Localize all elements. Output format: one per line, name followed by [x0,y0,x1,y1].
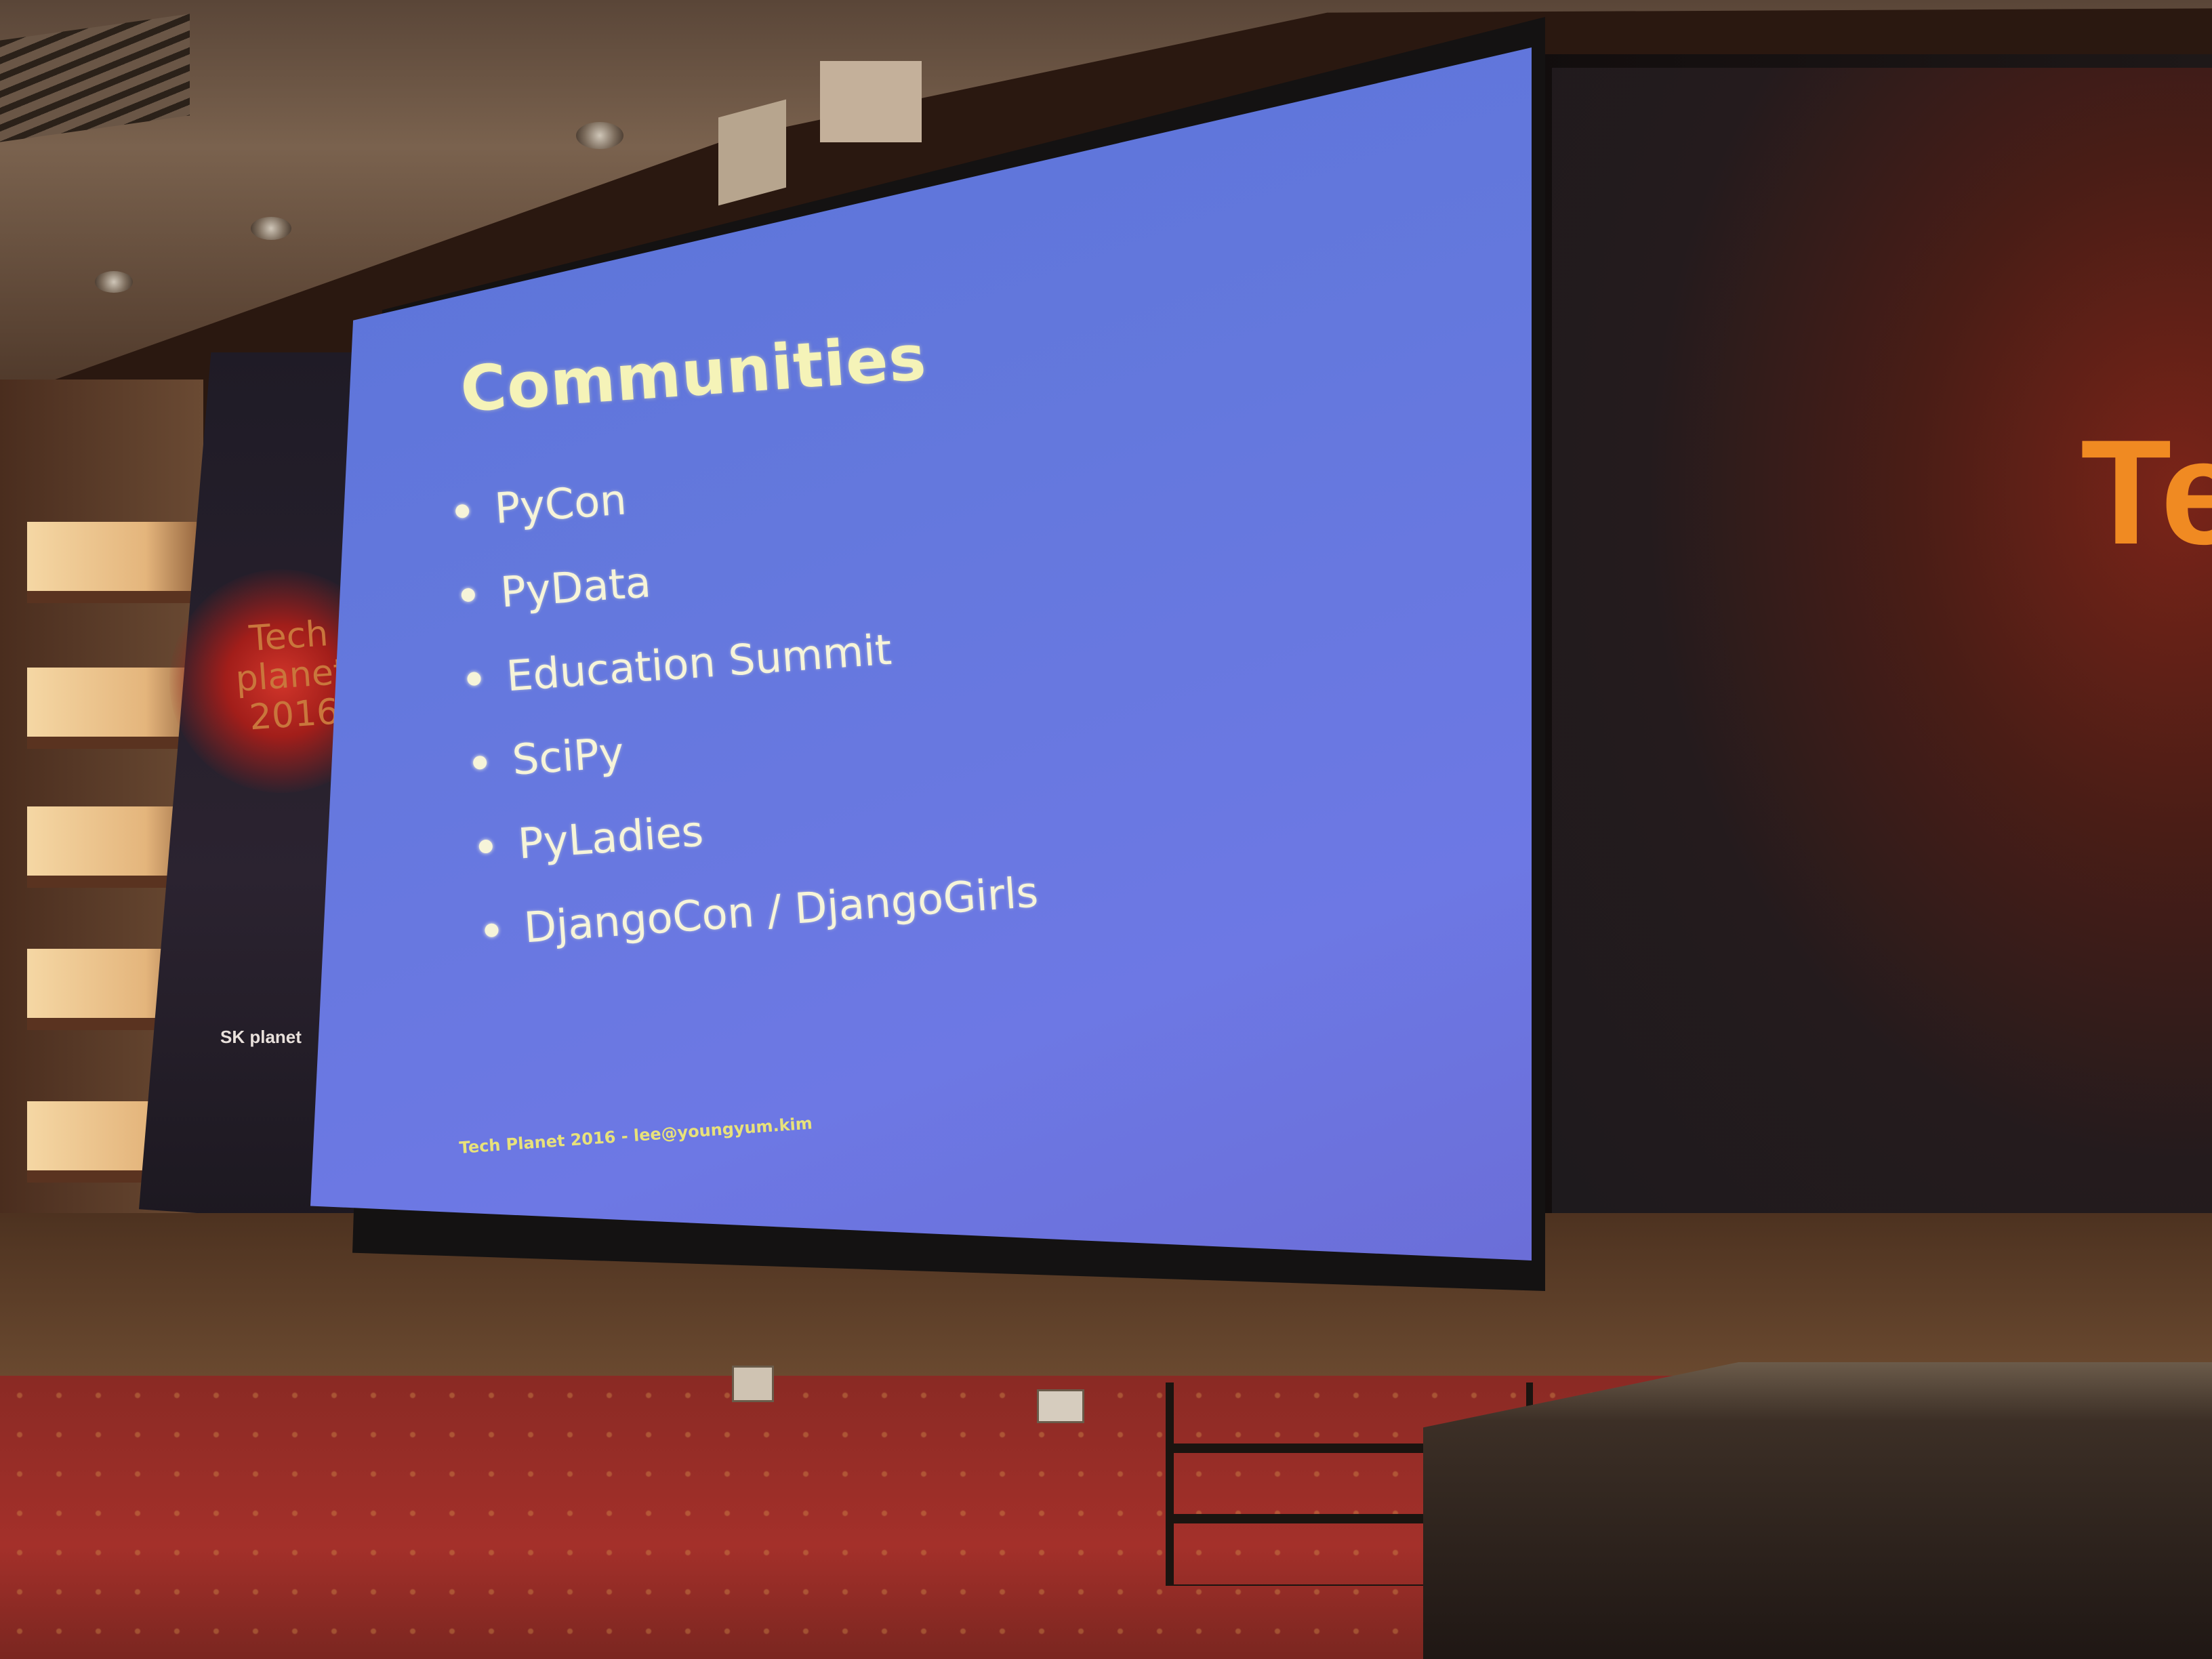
bullet-list: PyCon PyData Education Summit SciPy PyLa… [453,431,1041,972]
slide-title: Communities [458,321,929,426]
ceiling-speaker [820,61,922,142]
right-screen [1552,68,2212,1281]
ceiling-light [576,122,623,149]
ceiling-light [251,217,291,240]
sk-planet-logo: SK planet [220,1027,302,1047]
slide-content: Communities PyCon PyData Education Summi… [380,227,1460,1244]
right-screen-text: Te [2081,409,2212,575]
network-jack-icon [1037,1389,1084,1423]
power-outlet-icon [732,1366,774,1402]
ceiling-speaker [718,99,786,206]
stage-platform [1423,1362,2212,1659]
slide-footer: Tech Planet 2016 - lee@youngyum.kim [458,1113,813,1158]
wall-panel [27,522,197,603]
ceiling-light [95,271,133,293]
